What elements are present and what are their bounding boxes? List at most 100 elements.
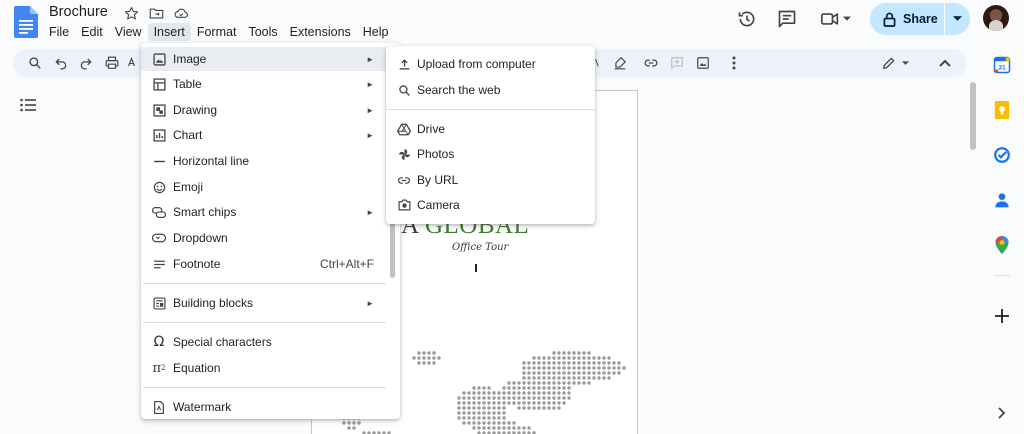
map-dot xyxy=(522,426,526,430)
submenu-item-search-the-web[interactable]: Search the web xyxy=(386,78,595,102)
menu-item-watermark[interactable]: Watermark xyxy=(141,395,388,419)
map-dot xyxy=(552,381,556,385)
menu-item-emoji[interactable]: Emoji xyxy=(141,175,388,199)
menu-edit[interactable]: Edit xyxy=(75,23,109,41)
map-dot xyxy=(567,386,571,390)
menu-item-building-blocks[interactable]: Building blocks ► xyxy=(141,291,388,315)
menu-item-table[interactable]: Table ► xyxy=(141,72,388,96)
map-dot xyxy=(567,361,571,365)
submenu-item-camera[interactable]: Camera xyxy=(386,193,595,217)
map-dot xyxy=(487,401,491,405)
map-dot xyxy=(552,386,556,390)
map-dot xyxy=(572,361,576,365)
submenu-arrow-icon: ► xyxy=(366,54,374,64)
map-dot xyxy=(522,376,526,380)
menu-item-horizontal-line[interactable]: Horizontal line xyxy=(141,149,388,173)
menu-format[interactable]: Format xyxy=(191,23,243,41)
more-options-icon[interactable] xyxy=(725,54,743,72)
menu-item-dropdown[interactable]: Dropdown xyxy=(141,226,388,250)
menu-item-image[interactable]: Image ► xyxy=(141,47,388,71)
search-menus-icon[interactable] xyxy=(26,54,44,72)
map-dot xyxy=(582,351,586,355)
move-folder-icon[interactable] xyxy=(147,4,165,22)
chevron-down-icon xyxy=(842,16,851,22)
map-dot xyxy=(492,401,496,405)
editing-mode-button[interactable] xyxy=(879,54,911,72)
map-dot xyxy=(587,361,591,365)
version-history-icon[interactable] xyxy=(734,6,760,32)
map-dot xyxy=(457,401,461,405)
add-comment-icon[interactable] xyxy=(668,54,686,72)
map-dot xyxy=(422,361,426,365)
account-avatar[interactable] xyxy=(983,5,1009,31)
add-addon-icon[interactable] xyxy=(992,306,1012,326)
menu-tools[interactable]: Tools xyxy=(242,23,283,41)
menu-item-drawing[interactable]: Drawing ► xyxy=(141,98,388,122)
spellcheck-icon[interactable] xyxy=(127,54,139,72)
photos-icon xyxy=(397,147,411,161)
map-dot xyxy=(562,356,566,360)
share-button[interactable]: Share xyxy=(870,3,944,35)
keep-icon[interactable] xyxy=(992,100,1012,120)
insert-link-icon[interactable] xyxy=(642,54,660,72)
map-dot xyxy=(502,426,506,430)
menu-item-chart[interactable]: Chart ► xyxy=(141,123,388,147)
menu-item-label: Watermark xyxy=(173,400,232,414)
menu-item-smart-chips[interactable]: Smart chips ► xyxy=(141,200,388,224)
submenu-item-label: Search the web xyxy=(417,83,501,97)
undo-icon[interactable] xyxy=(52,54,70,72)
submenu-item-drive[interactable]: Drive xyxy=(386,117,595,141)
map-dot xyxy=(612,366,616,370)
map-dot xyxy=(577,376,581,380)
comments-icon[interactable] xyxy=(774,6,800,32)
calendar-icon[interactable]: 31 xyxy=(992,55,1012,75)
vertical-scrollbar[interactable] xyxy=(970,82,976,150)
map-dot xyxy=(482,401,486,405)
insert-image-icon[interactable] xyxy=(694,54,712,72)
map-dot xyxy=(577,361,581,365)
menu-item-equation[interactable]: π2 Equation xyxy=(141,356,388,380)
meet-button[interactable] xyxy=(815,6,855,32)
menu-divider xyxy=(143,322,386,323)
map-dot xyxy=(592,356,596,360)
tasks-icon[interactable] xyxy=(992,145,1012,165)
menu-insert[interactable]: Insert xyxy=(147,23,191,41)
map-dot xyxy=(527,381,531,385)
map-dot xyxy=(557,386,561,390)
map-dot xyxy=(552,356,556,360)
menu-item-label: Image xyxy=(173,52,207,66)
star-icon[interactable] xyxy=(122,4,140,22)
print-icon[interactable] xyxy=(103,54,121,72)
map-dot xyxy=(497,421,501,425)
map-dot xyxy=(542,386,546,390)
map-dot xyxy=(552,396,556,400)
document-outline-icon[interactable] xyxy=(20,98,36,112)
submenu-item-photos[interactable]: Photos xyxy=(386,142,595,166)
redo-icon[interactable] xyxy=(77,54,95,72)
map-dot xyxy=(522,396,526,400)
menu-file[interactable]: File xyxy=(43,23,75,41)
submenu-item-upload-from-computer[interactable]: Upload from computer xyxy=(386,52,595,76)
chevron-right-icon[interactable] xyxy=(992,403,1012,423)
cloud-saved-icon[interactable] xyxy=(172,4,190,22)
share-dropdown-button[interactable] xyxy=(945,3,970,35)
menu-extensions[interactable]: Extensions xyxy=(284,23,357,41)
map-dot xyxy=(527,371,531,375)
map-dot xyxy=(522,401,526,405)
submenu-item-by-url[interactable]: By URL xyxy=(386,168,595,192)
menu-help[interactable]: Help xyxy=(357,23,395,41)
map-dot xyxy=(552,361,556,365)
document-title[interactable]: Brochure xyxy=(49,4,108,20)
map-dot xyxy=(532,381,536,385)
docs-logo-icon[interactable] xyxy=(14,6,38,38)
highlight-pen-icon[interactable] xyxy=(611,54,629,72)
menu-item-special-characters[interactable]: Ω Special characters xyxy=(141,330,388,354)
map-dot xyxy=(492,411,496,415)
maps-icon[interactable] xyxy=(992,235,1012,255)
menu-item-footnote[interactable]: Footnote Ctrl+Alt+F xyxy=(141,252,388,276)
map-dot xyxy=(592,376,596,380)
map-dot xyxy=(542,376,546,380)
collapse-menus-icon[interactable] xyxy=(936,54,954,72)
contacts-icon[interactable] xyxy=(992,190,1012,210)
menu-view[interactable]: View xyxy=(109,23,148,41)
